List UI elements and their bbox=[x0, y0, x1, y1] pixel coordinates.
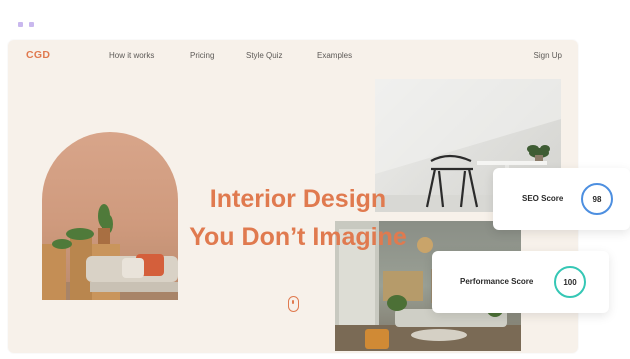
nav-link-how-it-works[interactable]: How it works bbox=[109, 51, 154, 60]
window-dot bbox=[29, 22, 34, 27]
logo[interactable]: CGD bbox=[26, 49, 50, 61]
nav-link-examples[interactable]: Examples bbox=[317, 51, 352, 60]
sign-up-link[interactable]: Sign Up bbox=[534, 51, 562, 60]
performance-score-ring: 100 bbox=[554, 266, 586, 298]
hero-headline-line-2: You Don’t Imagine bbox=[189, 223, 407, 251]
performance-score-label: Performance Score bbox=[460, 277, 534, 286]
nav-link-style-quiz[interactable]: Style Quiz bbox=[246, 51, 282, 60]
seo-score-label: SEO Score bbox=[522, 194, 564, 203]
window-dots bbox=[18, 22, 34, 27]
performance-score-card: Performance Score 100 bbox=[432, 251, 609, 313]
nav-link-pricing[interactable]: Pricing bbox=[190, 51, 214, 60]
hero-headline: Interior Design You Don’t Imagine bbox=[148, 180, 448, 256]
window-dot bbox=[18, 22, 23, 27]
seo-score-card: SEO Score 98 bbox=[493, 168, 630, 230]
seo-score-value: 98 bbox=[592, 194, 602, 204]
top-nav: CGD How it works Pricing Style Quiz Exam… bbox=[8, 40, 578, 72]
performance-score-value: 100 bbox=[563, 277, 577, 287]
scroll-mouse-icon[interactable] bbox=[288, 296, 299, 312]
seo-score-ring: 98 bbox=[581, 183, 613, 215]
hero-headline-line-1: Interior Design bbox=[209, 185, 387, 213]
